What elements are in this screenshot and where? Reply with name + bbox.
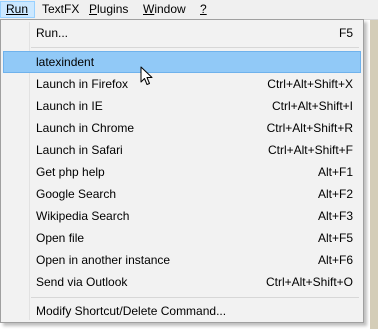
- run-dropdown-menu: Run... F5 latexindent Launch in Firefox …: [0, 19, 364, 323]
- menu-item-shortcut: Alt+F6: [317, 253, 353, 267]
- menu-item-shortcut: Alt+F5: [317, 231, 353, 245]
- menu-item-label: Open in another instance: [36, 253, 171, 267]
- menu-item-shortcut: F5: [338, 26, 353, 40]
- menu-item-label: Launch in Safari: [36, 143, 123, 157]
- menu-help[interactable]: ?: [195, 1, 212, 18]
- menu-item-label: Launch in Firefox: [36, 77, 129, 91]
- menu-item-wikipedia-search[interactable]: Wikipedia Search Alt+F3: [3, 205, 361, 227]
- menu-item-launch-firefox[interactable]: Launch in Firefox Ctrl+Alt+Shift+X: [3, 73, 361, 95]
- menu-window-accel: W: [143, 2, 155, 16]
- menu-run[interactable]: Run: [0, 1, 35, 18]
- menu-item-google-search[interactable]: Google Search Alt+F2: [3, 183, 361, 205]
- menu-item-label: Modify Shortcut/Delete Command...: [36, 304, 227, 318]
- menu-item-label: Launch in IE: [36, 99, 103, 113]
- menu-item-launch-ie[interactable]: Launch in IE Ctrl+Alt+Shift+I: [3, 95, 361, 117]
- menu-item-run[interactable]: Run... F5: [3, 22, 361, 44]
- menu-item-shortcut: Ctrl+Alt+Shift+R: [266, 121, 353, 135]
- menu-item-shortcut: Alt+F3: [317, 209, 353, 223]
- menu-item-shortcut: Ctrl+Alt+Shift+X: [267, 77, 353, 91]
- menu-item-label: Get php help: [36, 165, 105, 179]
- menu-help-accel: ?: [200, 2, 207, 16]
- menu-item-php-help[interactable]: Get php help Alt+F1: [3, 161, 361, 183]
- menu-run-label: Run: [6, 2, 29, 16]
- menu-item-shortcut: Ctrl+Alt+Shift+O: [265, 275, 353, 289]
- menu-item-label: Run...: [36, 26, 69, 40]
- menu-separator: [31, 297, 359, 298]
- menu-item-label: Open file: [36, 231, 85, 245]
- menu-textfx[interactable]: TextFX: [37, 1, 84, 18]
- menu-item-label: Launch in Chrome: [36, 121, 135, 135]
- menu-plugins-rest: lugins: [97, 2, 129, 16]
- menu-item-launch-chrome[interactable]: Launch in Chrome Ctrl+Alt+Shift+R: [3, 117, 361, 139]
- menu-item-open-file[interactable]: Open file Alt+F5: [3, 227, 361, 249]
- menu-textfx-label: TextFX: [42, 2, 80, 16]
- menu-item-shortcut: Alt+F1: [317, 165, 353, 179]
- menu-item-latexindent[interactable]: latexindent: [3, 51, 361, 73]
- menu-item-label: latexindent: [36, 55, 95, 69]
- menu-item-shortcut: Ctrl+Alt+Shift+I: [271, 99, 353, 113]
- menu-item-shortcut: Ctrl+Alt+Shift+F: [267, 143, 353, 157]
- mouse-pointer-icon: [140, 66, 153, 85]
- menu-window[interactable]: Window: [138, 1, 191, 18]
- menu-item-send-outlook[interactable]: Send via Outlook Ctrl+Alt+Shift+O: [3, 271, 361, 293]
- menu-item-label: Wikipedia Search: [36, 209, 130, 223]
- menu-window-rest: indow: [154, 2, 186, 16]
- menu-separator: [31, 47, 359, 48]
- menu-plugins-accel: P: [89, 2, 98, 16]
- menu-item-shortcut: Alt+F2: [317, 187, 353, 201]
- editor-stripe: [370, 20, 378, 329]
- menu-item-open-another-instance[interactable]: Open in another instance Alt+F6: [3, 249, 361, 271]
- menu-item-label: Send via Outlook: [36, 275, 128, 289]
- menu-plugins[interactable]: Plugins: [84, 1, 133, 18]
- menu-item-label: Google Search: [36, 187, 117, 201]
- menu-bar: Run TextFX Plugins Window ?: [0, 0, 378, 20]
- menu-item-launch-safari[interactable]: Launch in Safari Ctrl+Alt+Shift+F: [3, 139, 361, 161]
- menu-item-modify-shortcut[interactable]: Modify Shortcut/Delete Command...: [3, 300, 361, 322]
